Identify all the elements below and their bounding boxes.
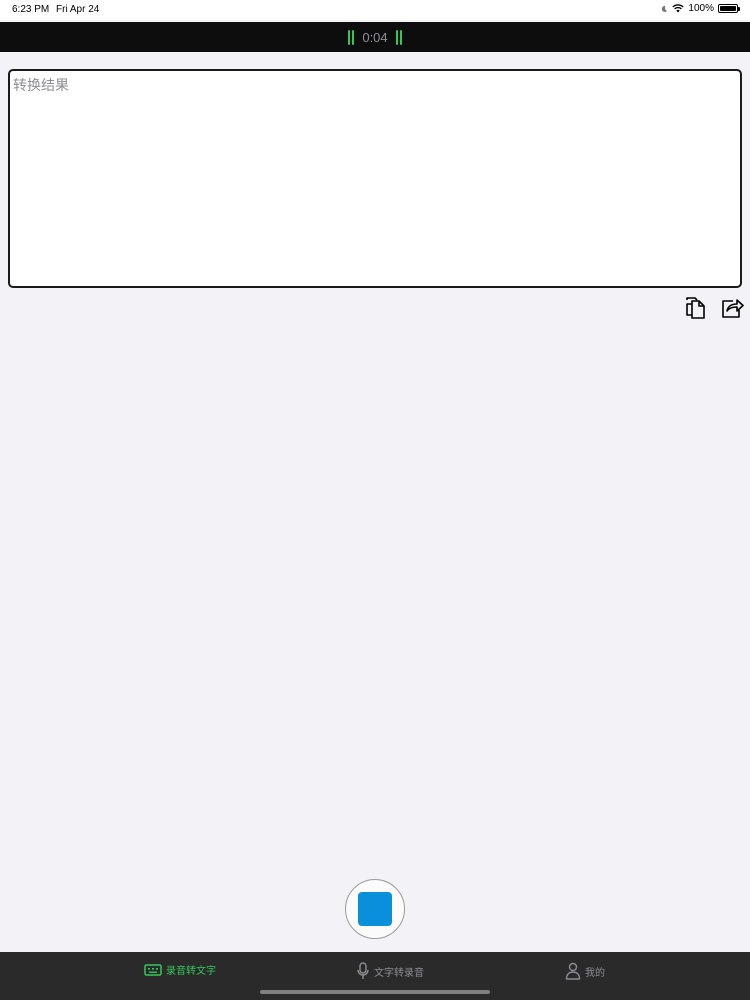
- recording-level-icon: [348, 29, 355, 45]
- do-not-disturb-icon: [662, 5, 668, 12]
- home-indicator[interactable]: [260, 990, 490, 994]
- share-icon[interactable]: [720, 296, 744, 320]
- result-placeholder: 转换结果: [13, 77, 69, 93]
- person-icon: [565, 962, 581, 980]
- keyboard-icon: [144, 963, 162, 976]
- recording-indicator: 0:04: [348, 29, 402, 45]
- recording-elapsed-time: 0:04: [362, 29, 388, 45]
- result-actions: [683, 296, 744, 320]
- status-date: Fri Apr 24: [56, 4, 100, 15]
- tab-text-to-speech[interactable]: 文字转录音: [356, 962, 424, 980]
- battery-icon: [718, 4, 740, 13]
- recording-level-icon: [395, 29, 402, 45]
- battery-fill: [720, 6, 736, 11]
- tab-label: 录音转文字: [166, 966, 216, 977]
- conversion-result-textarea[interactable]: 转换结果: [8, 69, 742, 288]
- status-bar: 6:23 PM Fri Apr 24 100%: [0, 0, 750, 20]
- stop-icon: [358, 892, 392, 926]
- microphone-icon: [357, 962, 369, 979]
- stop-recording-button[interactable]: [345, 879, 405, 939]
- wifi-icon: [672, 4, 685, 13]
- copy-icon[interactable]: [683, 296, 707, 320]
- tab-speech-to-text[interactable]: 录音转文字: [144, 962, 216, 977]
- status-right: 100%: [660, 3, 740, 14]
- battery-percentage: 100%: [688, 3, 714, 14]
- status-time: 6:23 PM: [12, 4, 50, 15]
- tab-label: 文字转录音: [374, 967, 424, 979]
- recording-status-bar[interactable]: 0:04: [0, 22, 750, 52]
- tab-label: 我的: [585, 967, 605, 979]
- tab-profile[interactable]: 我的: [565, 962, 605, 980]
